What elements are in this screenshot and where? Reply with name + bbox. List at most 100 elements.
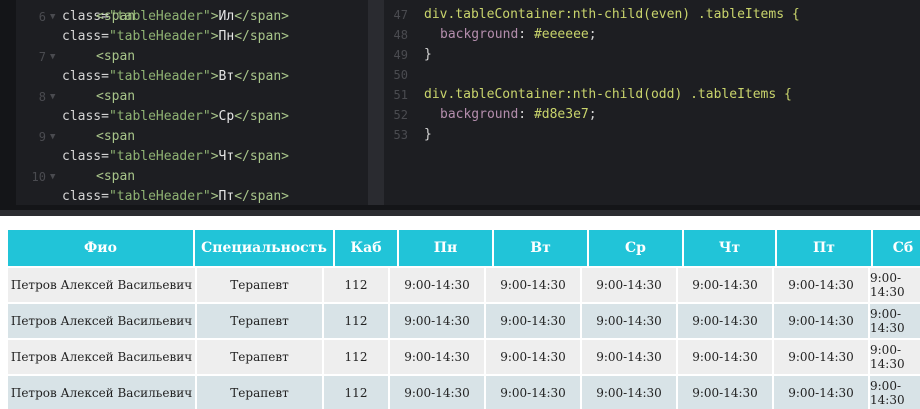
code-text: <span bbox=[96, 87, 135, 107]
table-cell: 9:00-14:30 bbox=[390, 340, 484, 374]
attr-value: "tableHeader" bbox=[108, 29, 211, 44]
table-cell: Петров Алексей Васильевич bbox=[8, 340, 195, 374]
table-cell: 9:00-14:30 bbox=[774, 376, 868, 409]
tag-open: <span bbox=[96, 89, 136, 104]
css-brace: } bbox=[424, 127, 432, 142]
result-preview: Фио Специальность Каб Пн Вт Ср Чт Пт Сб Петров А… bbox=[0, 210, 920, 409]
code-line: 48 background: #eeeeee; bbox=[384, 25, 920, 45]
line-number: 6 bbox=[38, 10, 46, 24]
code-line-partial: class="tableHeader">Ил</span> bbox=[62, 9, 289, 24]
table-cell: 9:00-14:30 bbox=[390, 268, 484, 302]
table-cell: 112 bbox=[324, 340, 388, 374]
code-text: } bbox=[424, 45, 432, 65]
fold-arrow-icon[interactable]: ▼ bbox=[50, 127, 55, 147]
code-text: <span bbox=[96, 167, 135, 187]
css-value: #d8e3e7 bbox=[533, 107, 589, 122]
code-text: div.tableContainer:nth-child(odd) .table… bbox=[424, 85, 792, 105]
attr-name: class= bbox=[62, 109, 109, 124]
table-cell: 9:00-14:30 bbox=[390, 304, 484, 338]
fold-arrow-icon[interactable]: ▼ bbox=[50, 87, 55, 107]
tag-gt: > bbox=[210, 69, 219, 84]
table-cell: 9:00-14:30 bbox=[870, 340, 920, 374]
css-property: background bbox=[440, 107, 519, 122]
header-text: Вт bbox=[218, 69, 235, 84]
line-number: 49 bbox=[393, 48, 408, 62]
editor-divider[interactable] bbox=[368, 0, 384, 205]
tag-open: <span bbox=[96, 169, 136, 184]
attr-name: class= bbox=[62, 189, 109, 204]
code-text: <span bbox=[96, 7, 135, 27]
attr-value: "tableHeader" bbox=[108, 149, 211, 164]
tag-gt: > bbox=[210, 149, 219, 164]
table-cell: Терапевт bbox=[197, 268, 322, 302]
table-cell: Терапевт bbox=[197, 304, 322, 338]
css-value: #eeeeee bbox=[533, 27, 589, 42]
header-text: Ср bbox=[218, 109, 235, 124]
tag-open: <span bbox=[96, 49, 136, 64]
fold-arrow-icon[interactable]: ▼ bbox=[50, 47, 55, 67]
table-cell: Петров Алексей Васильевич bbox=[8, 304, 195, 338]
attr-value: "tableHeader" bbox=[108, 69, 211, 84]
tag-close: </span> bbox=[234, 69, 289, 84]
punctuation: : bbox=[518, 27, 534, 42]
line-number: 9 bbox=[38, 130, 46, 144]
header-cell: Сб bbox=[873, 230, 920, 266]
table-cell: Петров Алексей Васильевич bbox=[8, 268, 195, 302]
table-cell: Петров Алексей Васильевич bbox=[8, 376, 195, 409]
attr-value: "tableHeader" bbox=[108, 189, 211, 204]
code-line: 8 ▼ <span bbox=[16, 87, 368, 107]
line-number: 8 bbox=[38, 90, 46, 104]
code-line: class="tableHeader">Ср</span> bbox=[16, 107, 368, 127]
table-cell: 9:00-14:30 bbox=[774, 340, 868, 374]
code-text: background: #d8e3e7; bbox=[440, 105, 597, 125]
code-text: class="tableHeader">Пт</span> bbox=[62, 187, 289, 205]
header-text: Пн bbox=[218, 29, 235, 44]
table-cell: 9:00-14:30 bbox=[774, 268, 868, 302]
header-cell: Чт bbox=[684, 230, 775, 266]
table-cell: 112 bbox=[324, 376, 388, 409]
code-text: class="tableHeader">Вт</span> bbox=[62, 67, 289, 87]
code-line: 9 ▼ <span bbox=[16, 127, 368, 147]
header-text: Пт bbox=[218, 189, 235, 204]
css-property: background bbox=[440, 27, 519, 42]
code-line: 49} bbox=[384, 45, 920, 65]
table-cell: 9:00-14:30 bbox=[582, 376, 676, 409]
table-cell: 9:00-14:30 bbox=[486, 268, 580, 302]
css-editor-pane[interactable]: 47 div.tableContainer:nth-child(even) .ta… bbox=[384, 0, 920, 205]
header-cell: Пн bbox=[399, 230, 492, 266]
code-line: 50 bbox=[384, 65, 920, 85]
table-cell: 112 bbox=[324, 268, 388, 302]
html-editor-pane[interactable]: class="tableHeader">Ил</span> 6 ▼ <span cla… bbox=[16, 0, 368, 205]
header-cell: Фио bbox=[8, 230, 193, 266]
line-number: 50 bbox=[393, 68, 408, 82]
tag-close: </span> bbox=[234, 29, 289, 44]
tag-gt: > bbox=[210, 29, 219, 44]
code-text: <span bbox=[96, 127, 135, 147]
table-cell: 9:00-14:30 bbox=[486, 340, 580, 374]
header-cell: Пт bbox=[777, 230, 871, 266]
code-line: class="tableHeader">Пт</span> bbox=[16, 187, 368, 205]
attr-name: class= bbox=[62, 149, 109, 164]
tag-gt: > bbox=[210, 109, 219, 124]
code-text: class="tableHeader">Ср</span> bbox=[62, 107, 289, 127]
tag-open: <span bbox=[96, 129, 136, 144]
code-text: div.tableContainer:nth-child(even) .tabl… bbox=[424, 5, 800, 25]
table-cell: 9:00-14:30 bbox=[870, 376, 920, 409]
fold-arrow-icon[interactable]: ▼ bbox=[50, 167, 55, 187]
fold-arrow-icon[interactable]: ▼ bbox=[50, 7, 55, 27]
code-line: 52 background: #d8e3e7; bbox=[384, 105, 920, 125]
tag-gt: > bbox=[210, 189, 219, 204]
code-text: class="tableHeader">Чт</span> bbox=[62, 147, 289, 167]
code-line: class="tableHeader">Чт</span> bbox=[16, 147, 368, 167]
css-selector: div.tableContainer:nth-child(even) .tabl… bbox=[424, 7, 800, 22]
line-number: 48 bbox=[393, 28, 408, 42]
tag-close: </span> bbox=[234, 189, 289, 204]
line-number: 51 bbox=[393, 88, 408, 102]
table-cell: 112 bbox=[324, 304, 388, 338]
table-cell: 9:00-14:30 bbox=[678, 376, 772, 409]
line-number: 52 bbox=[393, 108, 408, 122]
css-brace: } bbox=[424, 47, 432, 62]
code-text: } bbox=[424, 125, 432, 145]
punctuation: ; bbox=[588, 107, 597, 122]
tag-close: </span> bbox=[234, 109, 289, 124]
